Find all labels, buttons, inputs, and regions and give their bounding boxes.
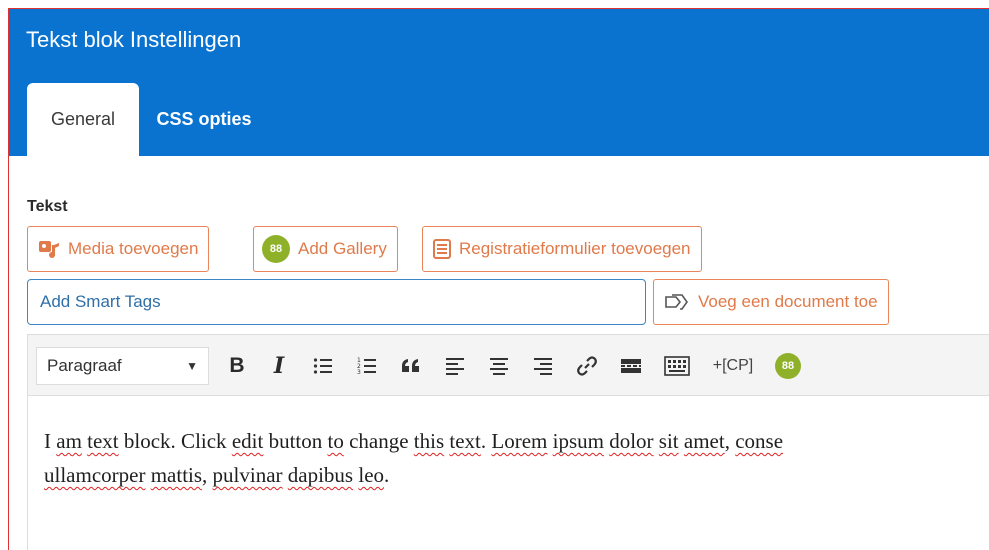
read-more-icon[interactable] (618, 351, 644, 381)
chevron-down-icon: ▼ (186, 359, 198, 373)
editor-toolbar: Paragraaf ▼ B I 1 2 3 +[CP] 88 (27, 334, 989, 396)
misspelled-word: conse (735, 429, 784, 453)
add-media-button[interactable]: Media toevoegen (27, 226, 210, 272)
misspelled-word: leo (358, 463, 385, 487)
tab-general[interactable]: General (27, 83, 139, 156)
misspelled-word: amet (683, 429, 725, 453)
misspelled-word: sit (658, 429, 679, 453)
field-label-text: Tekst (27, 198, 68, 215)
align-right-icon[interactable] (530, 351, 556, 381)
bold-button[interactable]: B (224, 351, 250, 381)
editor-text-run: change (343, 429, 414, 453)
smart-tags-field[interactable]: Add Smart Tags (27, 279, 646, 325)
editor-text-run: button (263, 429, 328, 453)
add-document-label: Voeg een document toe (698, 292, 878, 311)
misspelled-word: text (87, 429, 119, 453)
link-icon[interactable] (574, 351, 600, 381)
bullet-list-icon[interactable] (310, 351, 336, 381)
svg-text:3: 3 (357, 369, 361, 376)
add-gallery-label: Add Gallery (298, 239, 387, 258)
add-media-label: Media toevoegen (68, 239, 199, 258)
misspelled-word: dapibus (287, 463, 354, 487)
add-gallery-button[interactable]: 88 Add Gallery (253, 226, 398, 272)
panel-header: Tekst blok Instellingen General CSS opti… (9, 9, 989, 156)
editor-text-run: . (384, 463, 390, 487)
cp-shortcode-button[interactable]: +[CP] (704, 351, 762, 381)
misspelled-word: pulvinar (212, 463, 283, 487)
editor-text-run: , (202, 463, 213, 487)
align-center-icon[interactable] (486, 351, 512, 381)
misspelled-word: dolor (609, 429, 654, 453)
editor-text-run: , (724, 429, 736, 453)
editor-line: ullamcorper mattis, pulvinar dapibus leo… (44, 458, 989, 492)
misspelled-word: ipsum (552, 429, 604, 453)
document-tag-icon (664, 293, 690, 311)
misspelled-word: mattis (150, 463, 203, 487)
plugin-gallery-button[interactable]: 88 (773, 351, 803, 381)
add-document-button[interactable]: Voeg een document toe (653, 279, 889, 325)
misspelled-word: Lorem (491, 429, 548, 453)
form-list-icon (433, 239, 451, 259)
gallery-icon: 88 (775, 353, 801, 379)
editor-text-run: I (44, 429, 57, 453)
misspelled-word: text (449, 429, 481, 453)
misspelled-word: to (327, 429, 344, 453)
misspelled-word: edit (231, 429, 264, 453)
text-editor[interactable]: I am text block. Click edit button to ch… (27, 396, 989, 550)
media-icon (38, 240, 60, 258)
editor-content[interactable]: I am text block. Click edit button to ch… (44, 424, 989, 492)
italic-button[interactable]: I (266, 351, 292, 381)
gallery-icon: 88 (262, 235, 290, 263)
editor-text-run: . (480, 429, 492, 453)
add-registration-form-button[interactable]: Registratieformulier toevoegen (422, 226, 702, 272)
editor-line: I am text block. Click edit button to ch… (44, 424, 989, 458)
misspelled-word: this (413, 429, 445, 453)
align-left-icon[interactable] (442, 351, 468, 381)
tab-css-options[interactable]: CSS opties (149, 83, 259, 156)
panel-title: Tekst blok Instellingen (26, 27, 242, 52)
blockquote-icon[interactable] (398, 351, 424, 381)
numbered-list-icon[interactable]: 1 2 3 (354, 351, 380, 381)
editor-text-run: block. Click (118, 429, 232, 453)
paragraph-format-select[interactable]: Paragraaf ▼ (36, 347, 209, 385)
toolbar-toggle-icon[interactable] (662, 351, 692, 381)
add-registration-form-label: Registratieformulier toevoegen (459, 239, 691, 258)
misspelled-word: am (56, 429, 82, 453)
paragraph-format-value: Paragraaf (47, 356, 122, 375)
misspelled-word: ullamcorper (44, 463, 146, 487)
settings-panel: Tekst blok Instellingen General CSS opti… (8, 8, 989, 550)
